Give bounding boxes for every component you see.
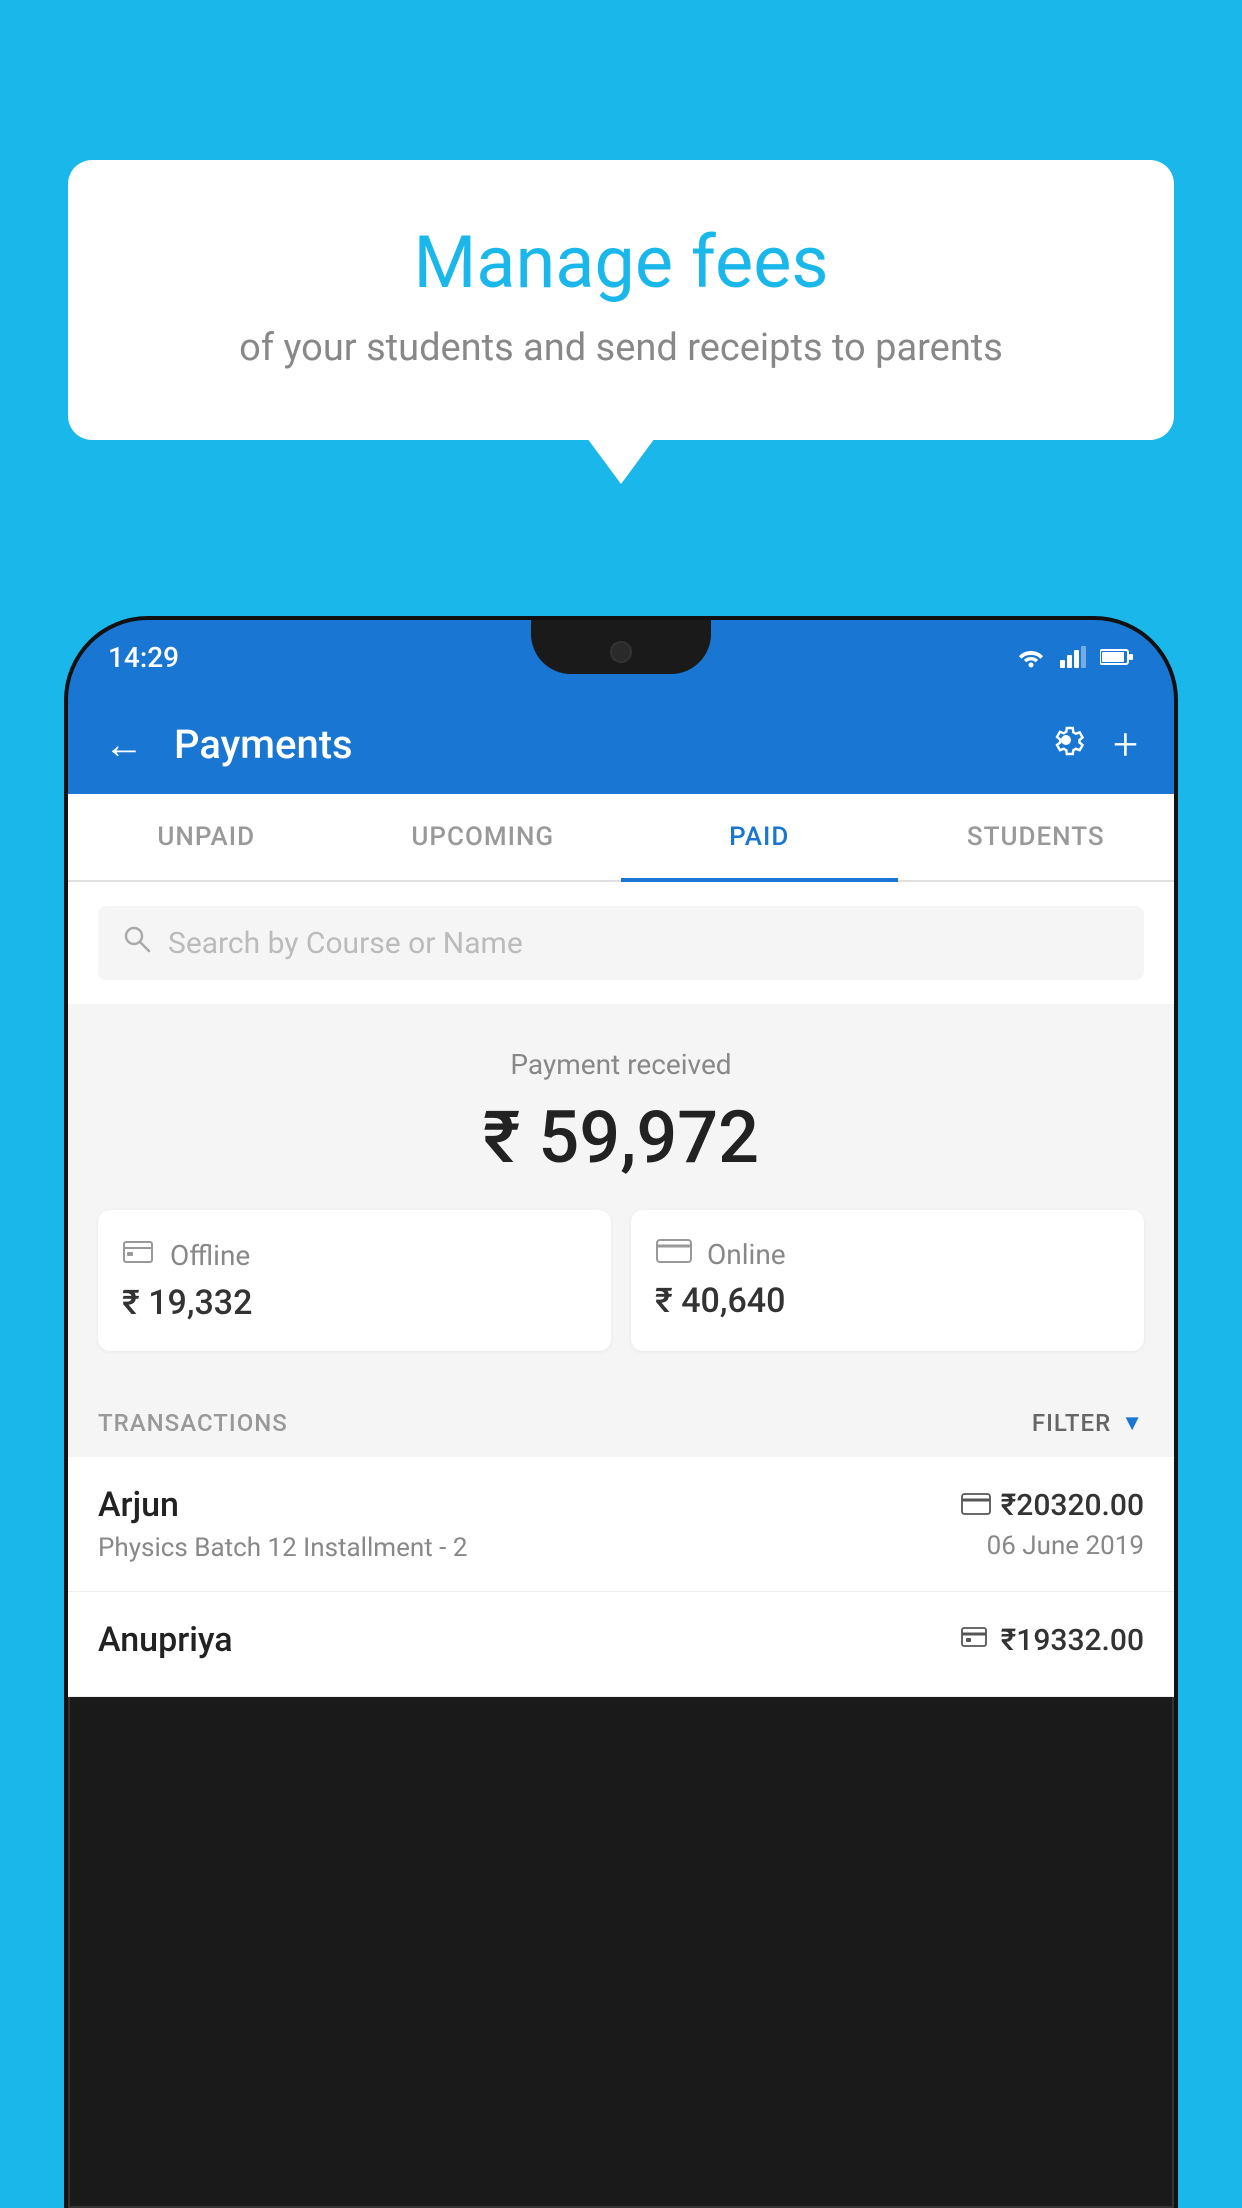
- offline-amount: ₹ 19,332: [122, 1283, 252, 1323]
- search-bar-container: Search by Course or Name: [68, 882, 1174, 1004]
- tab-paid[interactable]: PAID: [621, 794, 898, 880]
- bubble-subtitle: of your students and send receipts to pa…: [148, 326, 1094, 370]
- status-time: 14:29: [108, 641, 179, 674]
- filter-button[interactable]: FILTER ▼: [1032, 1409, 1144, 1437]
- offline-icon: [122, 1238, 156, 1273]
- camera: [610, 641, 632, 663]
- payment-type-icon: [961, 1488, 991, 1523]
- transaction-amount: ₹19332.00: [961, 1623, 1144, 1658]
- tab-upcoming[interactable]: UPCOMING: [345, 794, 622, 880]
- settings-icon[interactable]: [1047, 721, 1085, 768]
- search-placeholder: Search by Course or Name: [168, 926, 523, 961]
- offline-label: Offline: [170, 1239, 250, 1272]
- search-input[interactable]: Search by Course or Name: [98, 906, 1144, 980]
- tab-students[interactable]: STUDENTS: [898, 794, 1175, 880]
- payment-type-icon: [961, 1623, 991, 1658]
- transactions-header: TRANSACTIONS FILTER ▼: [68, 1381, 1174, 1457]
- back-button[interactable]: ←: [104, 721, 144, 768]
- payment-cards: Offline ₹ 19,332 Online ₹ 40,640: [98, 1210, 1144, 1351]
- payment-total-amount: ₹ 59,972: [98, 1095, 1144, 1180]
- app-header: ← Payments +: [68, 694, 1174, 794]
- online-card: Online ₹ 40,640: [631, 1210, 1144, 1351]
- transaction-detail: Physics Batch 12 Installment - 2: [98, 1533, 961, 1563]
- transaction-amount-block: ₹20320.00 06 June 2019: [961, 1488, 1144, 1561]
- filter-icon: ▼: [1121, 1410, 1144, 1436]
- tabs-bar: UNPAID UPCOMING PAID STUDENTS: [68, 794, 1174, 882]
- online-icon: [655, 1238, 693, 1271]
- phone-frame: 14:29: [68, 620, 1174, 2208]
- online-amount: ₹ 40,640: [655, 1281, 785, 1321]
- status-icons: [1016, 646, 1134, 668]
- online-label: Online: [707, 1238, 786, 1271]
- payment-summary: Payment received ₹ 59,972 Offline ₹ 19,3…: [68, 1004, 1174, 1381]
- transaction-amount-block: ₹19332.00: [961, 1623, 1144, 1666]
- online-card-header: Online: [655, 1238, 786, 1271]
- transactions-label: TRANSACTIONS: [98, 1409, 288, 1437]
- transaction-name: Arjun: [98, 1485, 961, 1525]
- header-icons: +: [1047, 718, 1138, 770]
- page-title: Payments: [174, 721, 1027, 768]
- signal-icon: [1060, 646, 1086, 668]
- search-icon: [122, 924, 152, 962]
- payment-received-label: Payment received: [98, 1048, 1144, 1081]
- transaction-info: Arjun Physics Batch 12 Installment - 2: [98, 1485, 961, 1563]
- notch: [531, 620, 711, 674]
- speech-bubble: Manage fees of your students and send re…: [68, 160, 1174, 440]
- filter-label: FILTER: [1032, 1409, 1111, 1437]
- transaction-amount: ₹20320.00: [961, 1488, 1144, 1523]
- transaction-date: 06 June 2019: [961, 1531, 1144, 1561]
- bubble-title: Manage fees: [148, 220, 1094, 306]
- tab-unpaid[interactable]: UNPAID: [68, 794, 345, 880]
- table-row[interactable]: Anupriya ₹19332.00: [68, 1592, 1174, 1697]
- table-row[interactable]: Arjun Physics Batch 12 Installment - 2 ₹…: [68, 1457, 1174, 1592]
- status-bar: 14:29: [68, 620, 1174, 694]
- transaction-info: Anupriya: [98, 1620, 961, 1668]
- wifi-icon: [1016, 646, 1046, 668]
- transaction-name: Anupriya: [98, 1620, 961, 1660]
- offline-card-header: Offline: [122, 1238, 250, 1273]
- offline-card: Offline ₹ 19,332: [98, 1210, 611, 1351]
- add-button[interactable]: +: [1113, 718, 1138, 770]
- battery-icon: [1100, 648, 1134, 666]
